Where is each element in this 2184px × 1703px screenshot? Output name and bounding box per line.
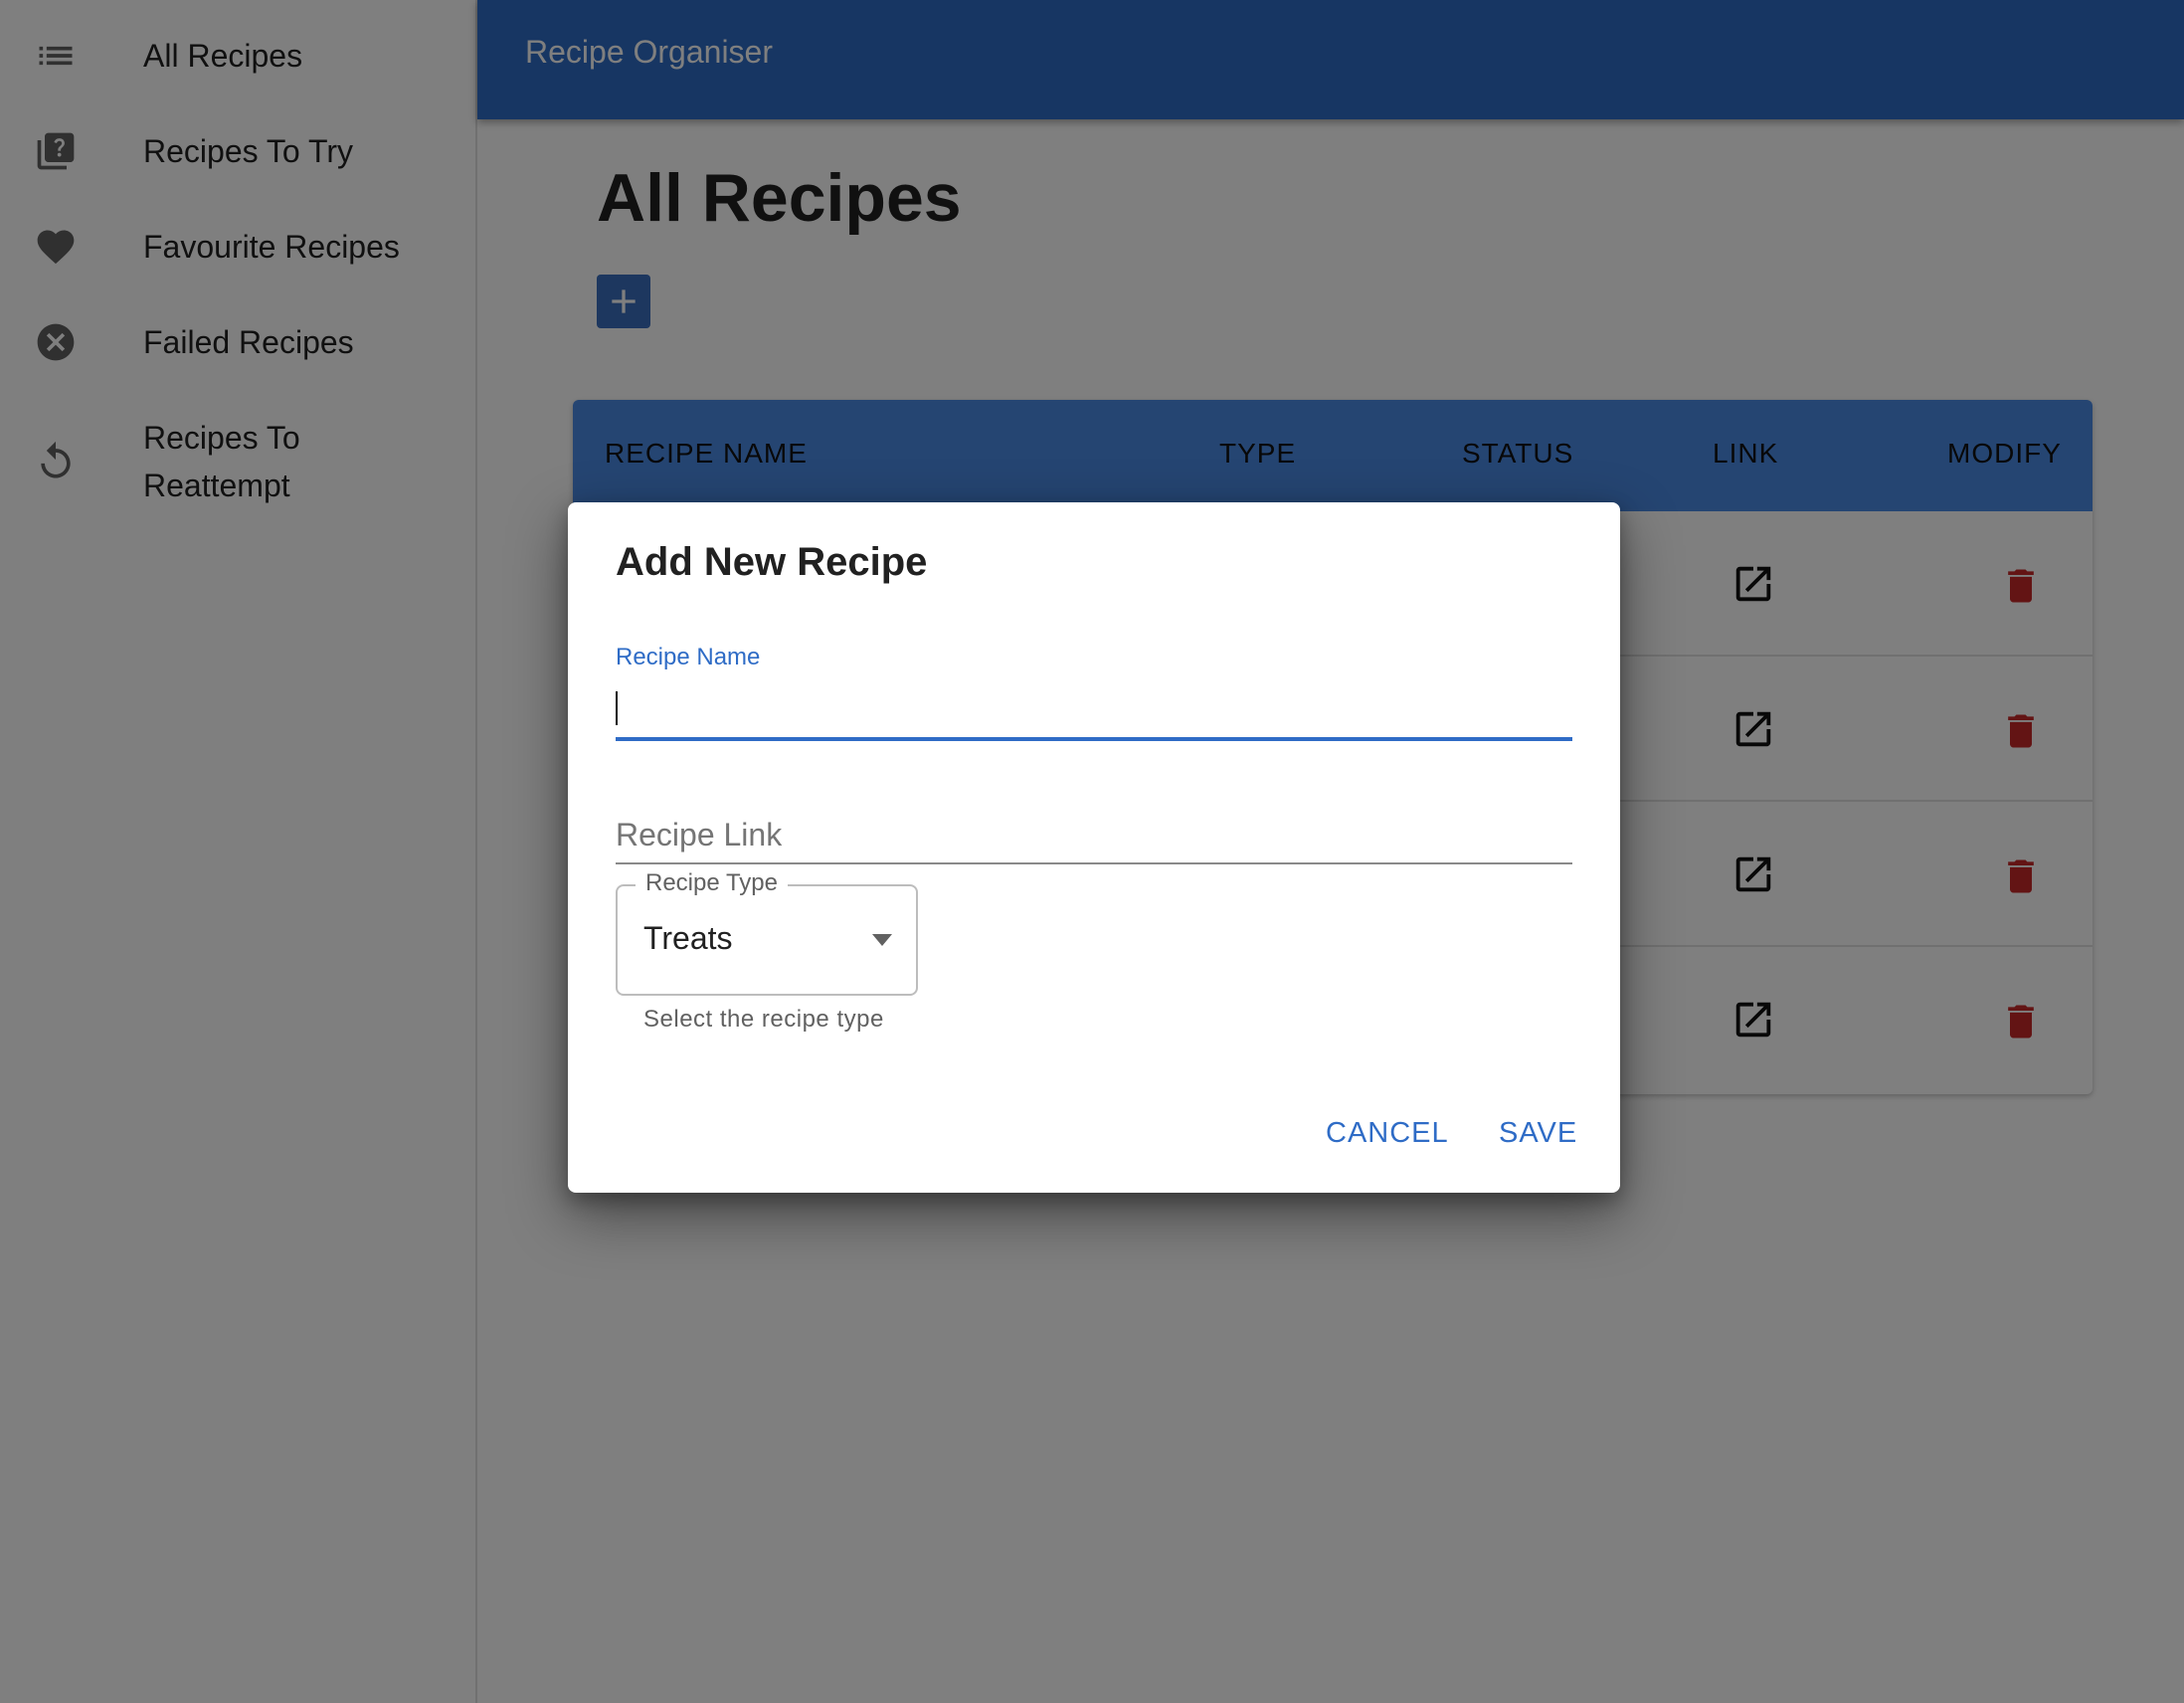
recipe-link-input[interactable]	[616, 797, 1572, 864]
app-root: All Recipes Recipes To Try Favourite Rec…	[0, 0, 2184, 1703]
dropdown-arrow-icon	[870, 930, 894, 950]
text-caret	[616, 691, 618, 725]
recipe-type-label: Recipe Type	[636, 869, 788, 897]
save-button[interactable]: SAVE	[1499, 1117, 1577, 1150]
recipe-name-input[interactable]	[616, 679, 1572, 741]
cancel-button[interactable]: CANCEL	[1326, 1117, 1449, 1150]
add-recipe-dialog: Add New Recipe Recipe Name Recipe Type T…	[568, 502, 1620, 1193]
dialog-title: Add New Recipe	[616, 540, 928, 584]
recipe-type-helper-text: Select the recipe type	[643, 1006, 884, 1033]
recipe-type-value: Treats	[643, 920, 733, 956]
recipe-type-select[interactable]: Recipe Type Treats	[616, 869, 918, 996]
recipe-name-label: Recipe Name	[616, 644, 761, 670]
